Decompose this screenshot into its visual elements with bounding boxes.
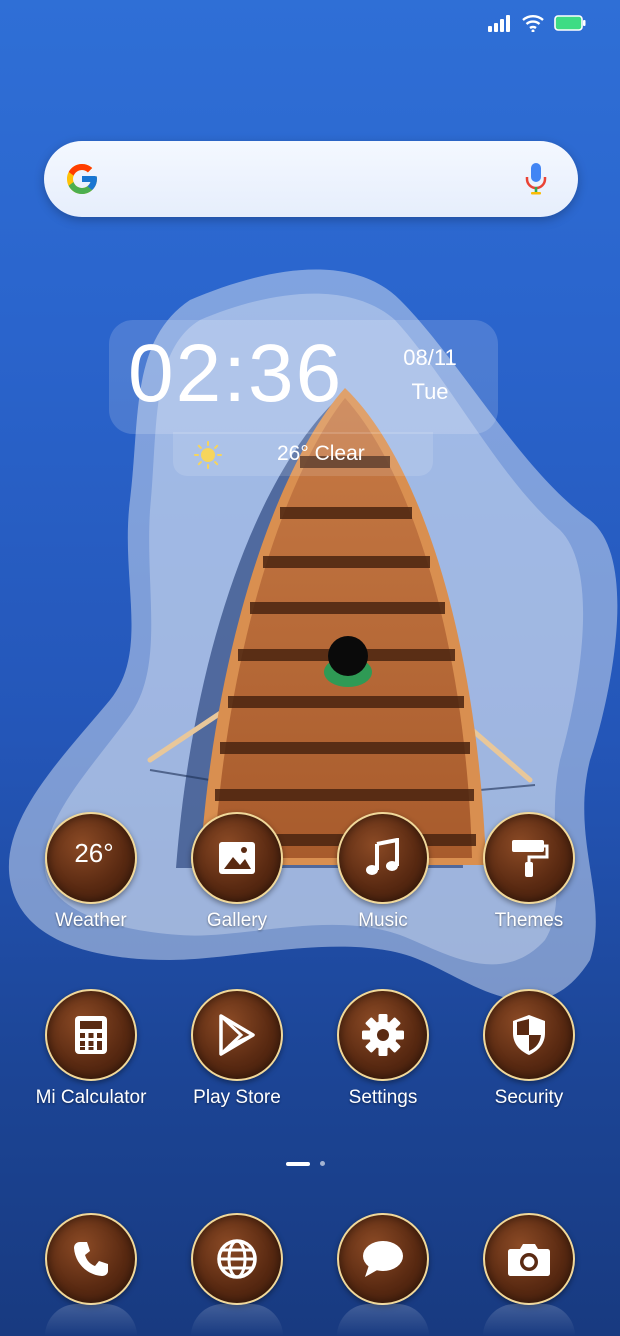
app-settings[interactable]: Settings: [313, 989, 453, 1109]
clock-time: 02:36: [128, 328, 344, 419]
app-label: Weather: [55, 910, 127, 931]
image-icon[interactable]: [191, 812, 283, 904]
app-security[interactable]: Security: [459, 989, 599, 1109]
globe-icon[interactable]: [191, 1213, 283, 1305]
app-music[interactable]: Music: [313, 812, 453, 932]
weather-temp: 26°: [74, 837, 114, 868]
gear-icon[interactable]: [337, 989, 429, 1081]
app-label: Music: [358, 910, 408, 931]
mic-icon[interactable]: [524, 162, 548, 196]
day-text: Tue: [411, 379, 449, 404]
app-label: Play Store: [193, 1087, 281, 1108]
calculator-icon[interactable]: [45, 989, 137, 1081]
dock-phone[interactable]: [21, 1213, 161, 1305]
app-mi-calculator[interactable]: Mi Calculator: [21, 989, 161, 1109]
google-search-bar[interactable]: [44, 141, 578, 217]
app-play-store[interactable]: Play Store: [167, 989, 307, 1109]
music-note-icon[interactable]: [337, 812, 429, 904]
dock-reflection: [45, 1304, 137, 1336]
app-label: Settings: [348, 1087, 418, 1108]
dock-browser[interactable]: [167, 1213, 307, 1305]
app-gallery[interactable]: Gallery: [167, 812, 307, 932]
play-store-icon[interactable]: [191, 989, 283, 1081]
app-label: Gallery: [206, 910, 268, 931]
dock-messages[interactable]: [313, 1213, 453, 1305]
phone-icon[interactable]: [45, 1213, 137, 1305]
dock-reflection: [337, 1304, 429, 1336]
sun-icon: [194, 441, 222, 469]
clock-date: 08/11 Tue: [380, 344, 480, 406]
message-icon[interactable]: [337, 1213, 429, 1305]
dock-camera[interactable]: [459, 1213, 599, 1305]
wifi-icon: [522, 15, 544, 32]
weather-icon[interactable]: 26°: [45, 812, 137, 904]
status-bar: [488, 14, 586, 32]
dock-reflection: [191, 1304, 283, 1336]
app-weather[interactable]: 26° Weather: [21, 812, 161, 932]
google-logo-icon: [67, 164, 97, 194]
app-label: Themes: [494, 910, 564, 931]
page-indicator[interactable]: [286, 1161, 325, 1166]
page-dot[interactable]: [320, 1161, 325, 1166]
dock-reflection: [483, 1304, 575, 1336]
date-text: 08/11: [403, 345, 457, 370]
camera-icon[interactable]: [483, 1213, 575, 1305]
weather-summary: 26° Clear: [277, 442, 365, 465]
signal-icon: [488, 15, 510, 32]
app-label: Security: [494, 1087, 564, 1108]
app-label: Mi Calculator: [35, 1087, 147, 1108]
app-themes[interactable]: Themes: [459, 812, 599, 932]
paint-roller-icon[interactable]: [483, 812, 575, 904]
battery-icon: [554, 15, 586, 31]
shield-icon[interactable]: [483, 989, 575, 1081]
page-dot-active[interactable]: [286, 1161, 310, 1166]
